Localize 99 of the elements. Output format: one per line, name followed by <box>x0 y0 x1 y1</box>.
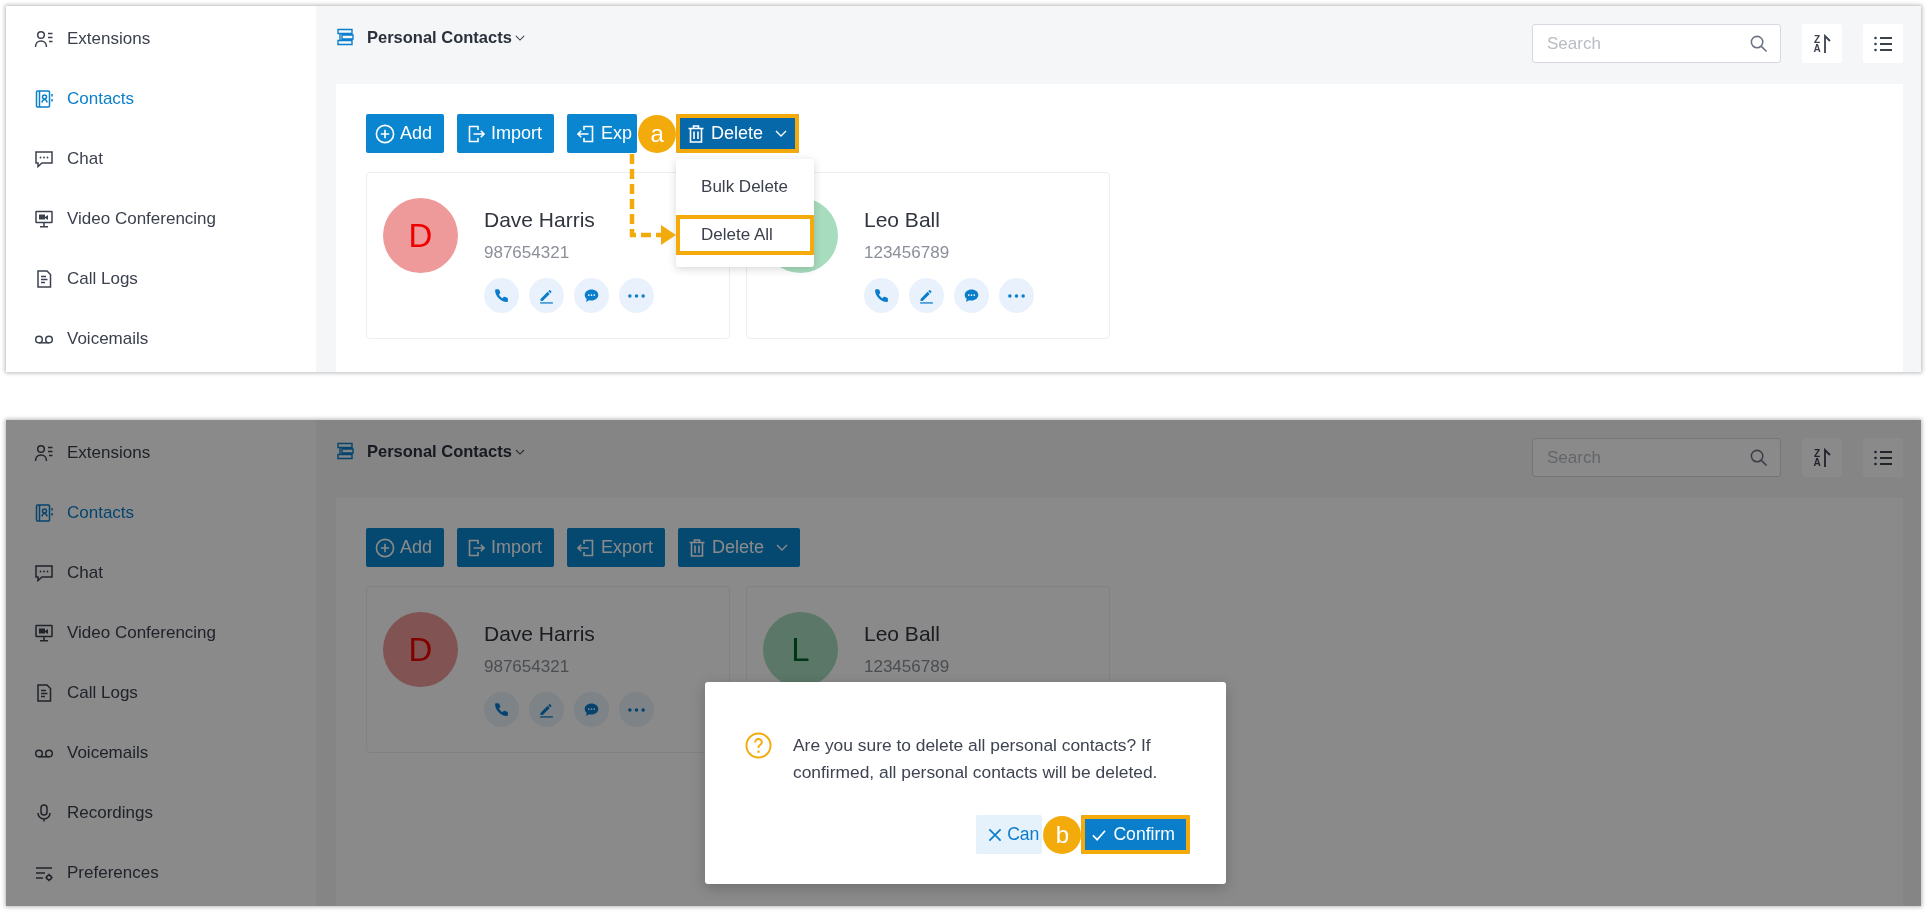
message-button[interactable] <box>574 278 609 313</box>
edit-button[interactable] <box>529 278 564 313</box>
sidebar-item[interactable]: Extensions <box>6 423 316 483</box>
phone-icon <box>873 287 890 304</box>
cancel-button[interactable]: Can <box>976 815 1043 854</box>
phone-number: 987654321 <box>484 243 571 263</box>
confirm-button[interactable]: Confirm <box>1081 815 1190 854</box>
phone-number: 987654321 <box>484 657 571 677</box>
sidebar-item[interactable]: Voicemails <box>6 309 316 369</box>
person-list-icon <box>34 29 54 49</box>
menu-item[interactable]: Delete All <box>676 215 815 255</box>
contact-name: Leo Ball <box>864 621 941 647</box>
list-icon <box>1873 34 1893 53</box>
sidebar-item[interactable]: Video Conferencing <box>6 189 316 249</box>
message-button[interactable] <box>954 278 989 313</box>
more-dots-icon <box>628 707 645 712</box>
title-dropdown[interactable]: Personal Contacts <box>367 26 525 48</box>
chevron-down-icon <box>776 544 789 551</box>
contact-name: Dave Harris <box>484 621 596 647</box>
box-arrow-right-icon <box>466 123 487 144</box>
list-icon <box>1873 448 1893 467</box>
menu-item[interactable]: Bulk Delete <box>676 167 815 207</box>
phone-number: 123456789 <box>864 657 950 677</box>
list-view-button[interactable] <box>1863 24 1903 63</box>
avatar: D <box>383 612 458 687</box>
export-button[interactable]: Exp <box>567 114 638 153</box>
import-button[interactable]: Import <box>457 114 555 153</box>
edit-button[interactable] <box>909 278 944 313</box>
sidebar-item[interactable]: Contacts <box>6 69 316 129</box>
delete-button[interactable]: Delete <box>676 114 800 153</box>
pencil-icon <box>538 701 555 718</box>
contact-name: Leo Ball <box>864 207 941 233</box>
callout-badge: b <box>1043 815 1082 854</box>
sidebar-item[interactable]: Voicemails <box>6 723 316 783</box>
dialog-message: Are you sure to delete all personal contacts? If confirmed, all personal contacts will be deleted. <box>793 734 1159 784</box>
sidebar-item[interactable]: Chat <box>6 129 316 189</box>
stack-icon <box>336 442 354 460</box>
title-dropdown[interactable]: Personal Contacts <box>367 440 525 462</box>
close-icon <box>988 827 1003 842</box>
sort-button[interactable]: ZA <box>1802 24 1842 63</box>
microphone-icon <box>34 803 54 823</box>
sidebar-item[interactable]: Extensions <box>6 9 316 69</box>
add-button[interactable]: Add <box>366 114 445 153</box>
edit-button[interactable] <box>529 692 564 727</box>
sidebar-item[interactable]: Call Logs <box>6 249 316 309</box>
sidebar-item[interactable]: Call Logs <box>6 663 316 723</box>
phone-icon <box>493 701 510 718</box>
person-list-icon <box>34 443 54 463</box>
plus-circle-icon <box>375 123 395 144</box>
phone-icon <box>493 287 510 304</box>
monitor-icon <box>34 209 54 229</box>
message-button[interactable] <box>574 692 609 727</box>
sidebar-item[interactable]: Preferences <box>6 843 316 903</box>
contact-book-icon <box>34 503 54 523</box>
stack-icon <box>336 28 354 46</box>
avatar: D <box>383 198 458 273</box>
export-button[interactable]: Export <box>567 528 666 567</box>
chevron-down-icon <box>775 130 788 137</box>
pencil-icon <box>918 287 935 304</box>
monitor-icon <box>34 623 54 643</box>
phone-number: 123456789 <box>864 243 951 263</box>
sidebar-item[interactable]: Contacts <box>6 483 316 543</box>
pencil-icon <box>538 287 555 304</box>
chat-icon <box>34 563 54 583</box>
chat-icon <box>34 149 54 169</box>
import-button[interactable]: Import <box>457 528 555 567</box>
more-dots-icon <box>628 293 645 298</box>
search-icon <box>1749 34 1768 53</box>
sidebar-item[interactable]: Recordings <box>6 783 316 843</box>
chevron-down-icon <box>514 449 525 455</box>
chevron-down-icon <box>514 35 525 41</box>
delete-button[interactable]: Delete <box>678 528 801 567</box>
sort-button[interactable]: ZA <box>1802 438 1842 477</box>
call-button[interactable] <box>484 278 519 313</box>
list-view-button[interactable] <box>1863 438 1903 477</box>
search-field[interactable]: Search <box>1532 24 1781 63</box>
call-button[interactable] <box>864 278 899 313</box>
trash-icon <box>686 123 707 144</box>
contact-name: Dave Harris <box>484 207 596 233</box>
document-icon <box>34 269 54 289</box>
plus-circle-icon <box>375 537 395 558</box>
box-arrow-right-icon <box>466 537 487 558</box>
callout-badge: a <box>638 114 677 153</box>
document-icon <box>34 683 54 703</box>
sidebar-item[interactable]: Chat <box>6 543 316 603</box>
call-button[interactable] <box>484 692 519 727</box>
search-icon <box>1749 448 1768 467</box>
check-icon <box>1092 827 1107 842</box>
sidebar-item[interactable]: Video Conferencing <box>6 603 316 663</box>
more-button[interactable] <box>999 278 1034 313</box>
add-button[interactable]: Add <box>366 528 445 567</box>
more-button[interactable] <box>619 278 654 313</box>
trash-icon <box>687 537 708 558</box>
chat-bubble-icon <box>583 701 600 718</box>
chat-bubble-icon <box>963 287 980 304</box>
question-icon <box>745 732 772 759</box>
chat-bubble-icon <box>583 287 600 304</box>
more-dots-icon <box>1008 293 1025 298</box>
contact-book-icon <box>34 89 54 109</box>
